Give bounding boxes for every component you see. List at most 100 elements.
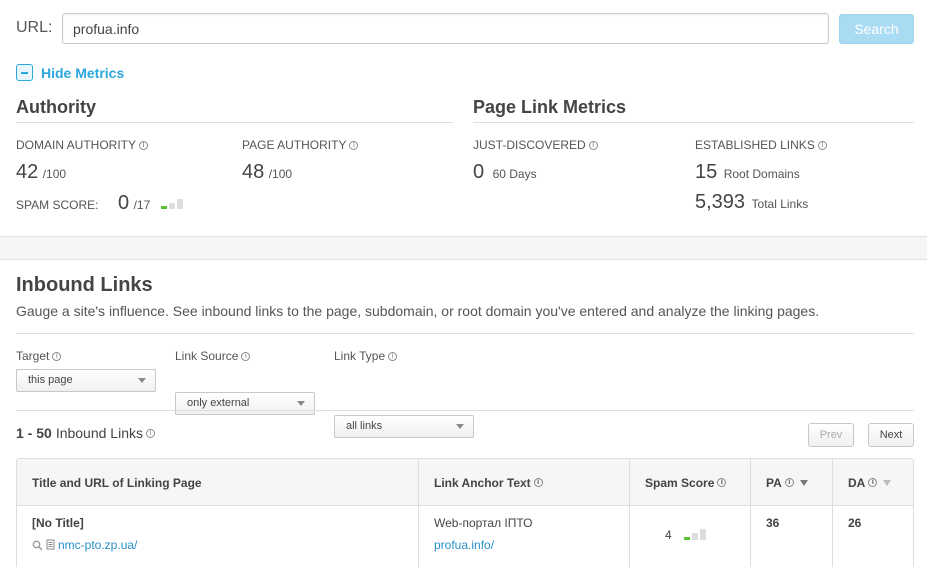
info-icon[interactable]: i <box>388 351 398 361</box>
column-header-title-url[interactable]: Title and URL of Linking Page <box>17 459 418 506</box>
info-icon[interactable]: i <box>717 478 727 487</box>
column-pa-text: PA <box>766 475 782 490</box>
column-header-pa[interactable]: PA i <box>750 459 832 506</box>
info-icon[interactable]: i <box>52 351 62 361</box>
page-authority-value: 48 /100 <box>242 161 292 184</box>
prev-button[interactable]: Prev <box>808 423 854 447</box>
row-spam-score-number: 4 <box>665 528 672 542</box>
domain-authority-label: DOMAIN AUTHORITY i <box>16 138 149 152</box>
result-count: 1 - 50 Inbound Links i <box>16 425 155 441</box>
row-title: [No Title] <box>32 516 84 530</box>
spam-score-max: /17 <box>133 198 151 212</box>
search-button[interactable]: Search <box>839 14 914 44</box>
row-spam-bars <box>683 529 706 540</box>
column-header-da[interactable]: DA i <box>832 459 913 506</box>
chevron-down-icon <box>456 424 464 429</box>
just-discovered-label: JUST-DISCOVERED i <box>473 138 598 152</box>
result-range-suffix: Inbound Links <box>55 425 143 441</box>
cell-spam-score: 4 <box>629 506 750 567</box>
just-discovered-label-text: JUST-DISCOVERED <box>473 138 586 152</box>
spam-bar <box>169 203 175 209</box>
page-authority-label: PAGE AUTHORITY i <box>242 138 359 152</box>
target-filter-label: Target i <box>16 349 62 363</box>
spam-bar <box>177 199 183 209</box>
domain-authority-value: 42 /100 <box>16 161 66 184</box>
just-discovered-unit: 60 Days <box>492 167 537 181</box>
url-input[interactable] <box>62 13 829 44</box>
link-source-select[interactable]: only external <box>175 392 315 415</box>
link-type-select[interactable]: all links <box>334 415 474 438</box>
target-select[interactable]: this page <box>16 369 156 392</box>
cell-anchor-text: Web-портал ІПТО profua.info/ <box>418 506 629 567</box>
established-links-label: ESTABLISHED LINKS i <box>695 138 827 152</box>
row-da: 26 <box>848 516 862 530</box>
page-link-metrics-title: Page Link Metrics <box>473 97 627 117</box>
info-icon[interactable]: i <box>139 140 149 150</box>
spam-bar <box>699 529 706 540</box>
info-icon[interactable]: i <box>784 478 794 487</box>
column-da-text: DA <box>848 475 866 490</box>
spam-bar <box>691 533 698 540</box>
authority-title: Authority <box>16 97 96 117</box>
domain-authority-label-text: DOMAIN AUTHORITY <box>16 138 137 152</box>
magnifier-icon[interactable] <box>32 540 43 551</box>
table-header: Title and URL of Linking Page Link Ancho… <box>17 459 913 506</box>
cell-da: 26 <box>832 506 913 567</box>
target-filter-label-text: Target <box>16 349 50 363</box>
column-header-spam-score[interactable]: Spam Score i <box>629 459 750 506</box>
url-label: URL: <box>16 19 53 36</box>
cell-title-url: [No Title] nmc-pto.zp.ua/ <box>17 506 418 567</box>
page-authority-number: 48 <box>242 161 265 183</box>
root-domains-unit: Root Domains <box>723 167 800 181</box>
link-type-filter-label: Link Type i <box>334 349 398 363</box>
spam-score-number: 0 <box>118 192 130 214</box>
authority-divider <box>16 122 453 123</box>
root-domains-number: 15 <box>695 161 718 183</box>
just-discovered-number: 0 <box>473 161 485 183</box>
chevron-down-icon <box>138 378 146 383</box>
row-url-line: nmc-pto.zp.ua/ <box>32 538 418 552</box>
hide-metrics-toggle[interactable]: Hide Metrics <box>16 64 124 81</box>
info-icon[interactable]: i <box>349 140 359 150</box>
result-range: 1 - 50 <box>16 425 52 441</box>
cell-pa: 36 <box>750 506 832 567</box>
total-links-unit: Total Links <box>751 197 809 211</box>
filters-divider <box>16 410 914 411</box>
established-links-label-text: ESTABLISHED LINKS <box>695 138 815 152</box>
total-links-value: 5,393 Total Links <box>695 191 808 214</box>
column-anchor-text: Link Anchor Text <box>434 475 531 490</box>
link-type-filter-label-text: Link Type <box>334 349 386 363</box>
info-icon[interactable]: i <box>241 351 251 361</box>
column-header-anchor-text[interactable]: Link Anchor Text i <box>418 459 629 506</box>
info-icon[interactable]: i <box>146 428 155 438</box>
row-anchor-text: Web-портал ІПТО <box>434 516 533 530</box>
section-separator <box>0 236 927 260</box>
chevron-down-icon <box>297 401 305 406</box>
spam-bar <box>683 537 690 540</box>
info-icon[interactable]: i <box>588 140 598 150</box>
hide-metrics-label: Hide Metrics <box>41 64 125 81</box>
column-title-url-text: Title and URL of Linking Page <box>32 475 202 490</box>
collapse-icon <box>16 64 33 81</box>
spam-score-label: SPAM SCORE: <box>16 198 99 212</box>
row-url-link[interactable]: nmc-pto.zp.ua/ <box>58 538 137 552</box>
next-button[interactable]: Next <box>868 423 914 447</box>
link-type-select-value: all links <box>346 420 383 432</box>
spam-bar <box>161 206 167 209</box>
sort-desc-icon <box>799 479 808 486</box>
page-icon[interactable] <box>45 539 56 551</box>
link-source-filter-label: Link Source i <box>175 349 251 363</box>
total-links-number: 5,393 <box>695 191 746 213</box>
inbound-links-title: Inbound Links <box>16 274 153 296</box>
row-anchor-url-link[interactable]: profua.info/ <box>434 538 629 552</box>
inbound-links-table: Title and URL of Linking Page Link Ancho… <box>16 458 914 567</box>
info-icon[interactable]: i <box>817 140 827 150</box>
info-icon[interactable]: i <box>868 478 878 487</box>
info-icon[interactable]: i <box>533 478 543 487</box>
domain-authority-number: 42 <box>16 161 39 183</box>
row-pa: 36 <box>766 516 780 530</box>
domain-authority-max: /100 <box>42 167 67 181</box>
page-authority-max: /100 <box>268 167 293 181</box>
page-link-metrics-divider <box>473 122 914 123</box>
link-source-filter-label-text: Link Source <box>175 349 239 363</box>
